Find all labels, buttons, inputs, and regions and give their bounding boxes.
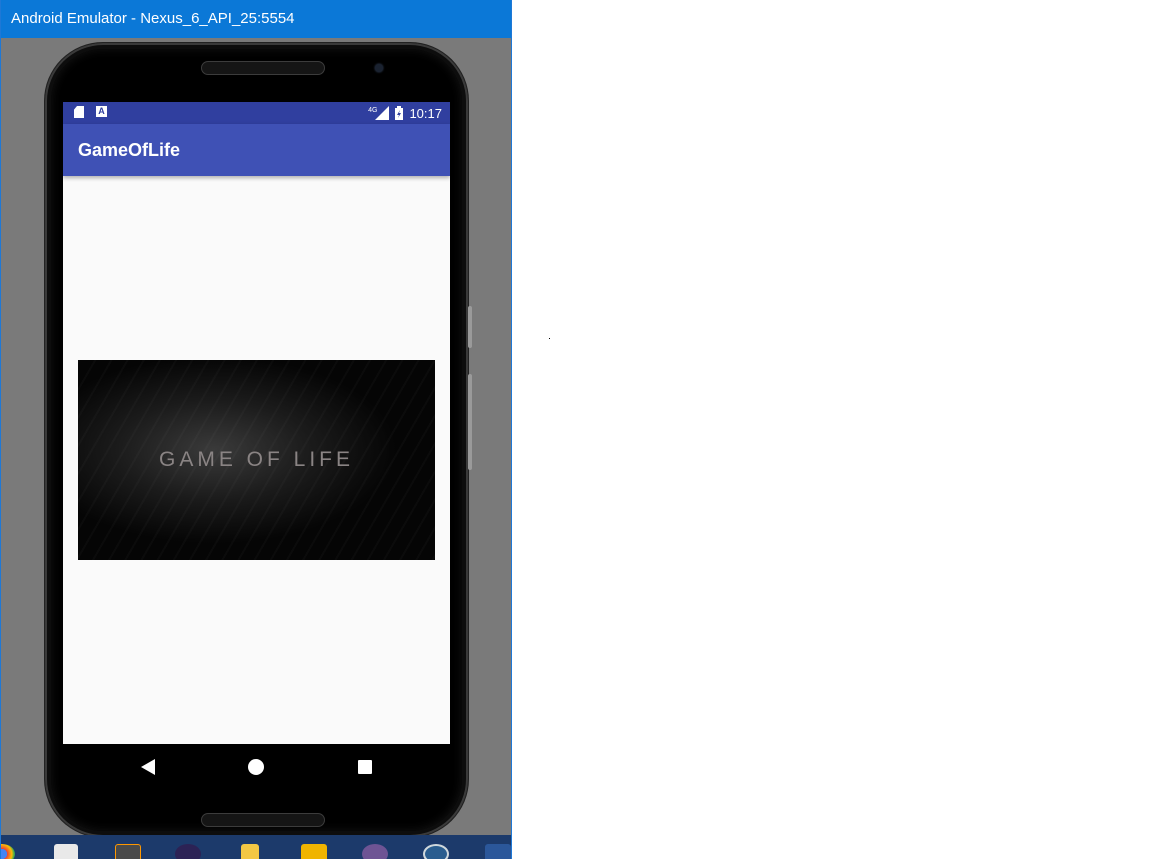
- github-icon[interactable]: [362, 844, 388, 859]
- settings-app-icon[interactable]: [423, 844, 449, 859]
- front-camera: [375, 64, 383, 72]
- bottom-speaker: [201, 813, 325, 827]
- power-button[interactable]: [468, 306, 472, 348]
- sublime-icon[interactable]: [115, 844, 141, 859]
- status-bar: A 4G 10:17: [63, 102, 450, 124]
- home-button[interactable]: [248, 759, 264, 775]
- navigation-bar: [63, 744, 450, 790]
- stray-dot: [549, 338, 550, 339]
- banner-title: GAME OF LIFE: [158, 448, 355, 471]
- battery-icon: [395, 106, 404, 120]
- back-button[interactable]: [141, 759, 155, 779]
- volume-button[interactable]: [468, 374, 472, 470]
- file-explorer-icon[interactable]: [241, 844, 259, 859]
- app-title: GameOfLife: [78, 140, 181, 160]
- app-bar: GameOfLife: [63, 124, 450, 176]
- eclipse-icon[interactable]: [175, 844, 201, 859]
- back-triangle-icon: [141, 759, 155, 775]
- signal-icon: [375, 106, 390, 120]
- window-title[interactable]: Android Emulator - Nexus_6_API_25:5554: [1, 0, 511, 38]
- search-app-icon[interactable]: [301, 844, 327, 859]
- store-icon[interactable]: [54, 844, 78, 859]
- top-speaker: [201, 61, 325, 75]
- device-screen: A 4G 10:17 GameOfLife GAME OF LIFE: [63, 102, 450, 744]
- status-clock: 10:17: [409, 105, 442, 121]
- emulator-window: Android Emulator - Nexus_6_API_25:5554 A…: [0, 0, 512, 859]
- sd-card-icon: [74, 106, 84, 118]
- a-notification-icon: A: [96, 106, 107, 117]
- windows-taskbar: [1, 835, 511, 859]
- recents-button[interactable]: [358, 760, 372, 774]
- chrome-icon[interactable]: [1, 844, 15, 859]
- word-icon[interactable]: [485, 844, 511, 859]
- game-of-life-banner[interactable]: GAME OF LIFE: [78, 360, 435, 560]
